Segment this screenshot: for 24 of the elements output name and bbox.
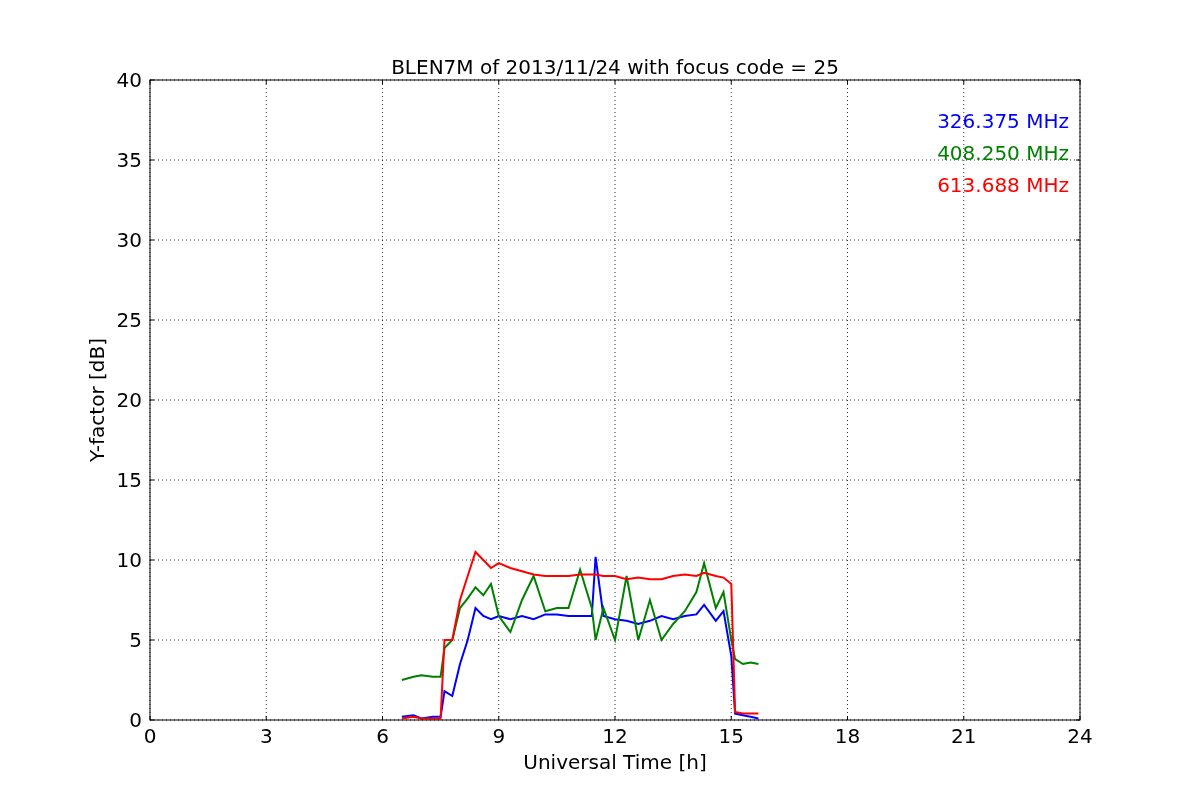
x-axis-label: Universal Time [h]: [523, 750, 707, 774]
y-axis-label: Y-factor [dB]: [85, 338, 109, 462]
tick-label: 35: [116, 148, 142, 172]
tick-label: 5: [129, 628, 142, 652]
tick-label: 12: [602, 724, 628, 748]
legend-label: 408.250 MHz: [937, 141, 1069, 165]
tick-label: 0: [129, 708, 142, 732]
tick-label: 21: [951, 724, 977, 748]
legend-label: 326.375 MHz: [937, 109, 1069, 133]
tick-label: 10: [116, 548, 142, 572]
tick-label: 40: [116, 68, 142, 92]
tick-label: 18: [834, 724, 861, 748]
tick-label: 20: [116, 388, 142, 412]
tick-label: 24: [1067, 724, 1093, 748]
tick-label: 9: [492, 724, 506, 748]
legend-label: 613.688 MHz: [937, 173, 1069, 197]
tick-label: 15: [116, 468, 142, 492]
tick-label: 25: [116, 308, 142, 332]
tick-label: 30: [116, 228, 142, 252]
chart-title: BLEN7M of 2013/11/24 with focus code = 25: [391, 55, 839, 79]
tick-label: 15: [718, 724, 744, 748]
tick-label: 3: [259, 724, 273, 748]
tick-label: 0: [143, 724, 157, 748]
tick-label: 6: [376, 724, 389, 748]
